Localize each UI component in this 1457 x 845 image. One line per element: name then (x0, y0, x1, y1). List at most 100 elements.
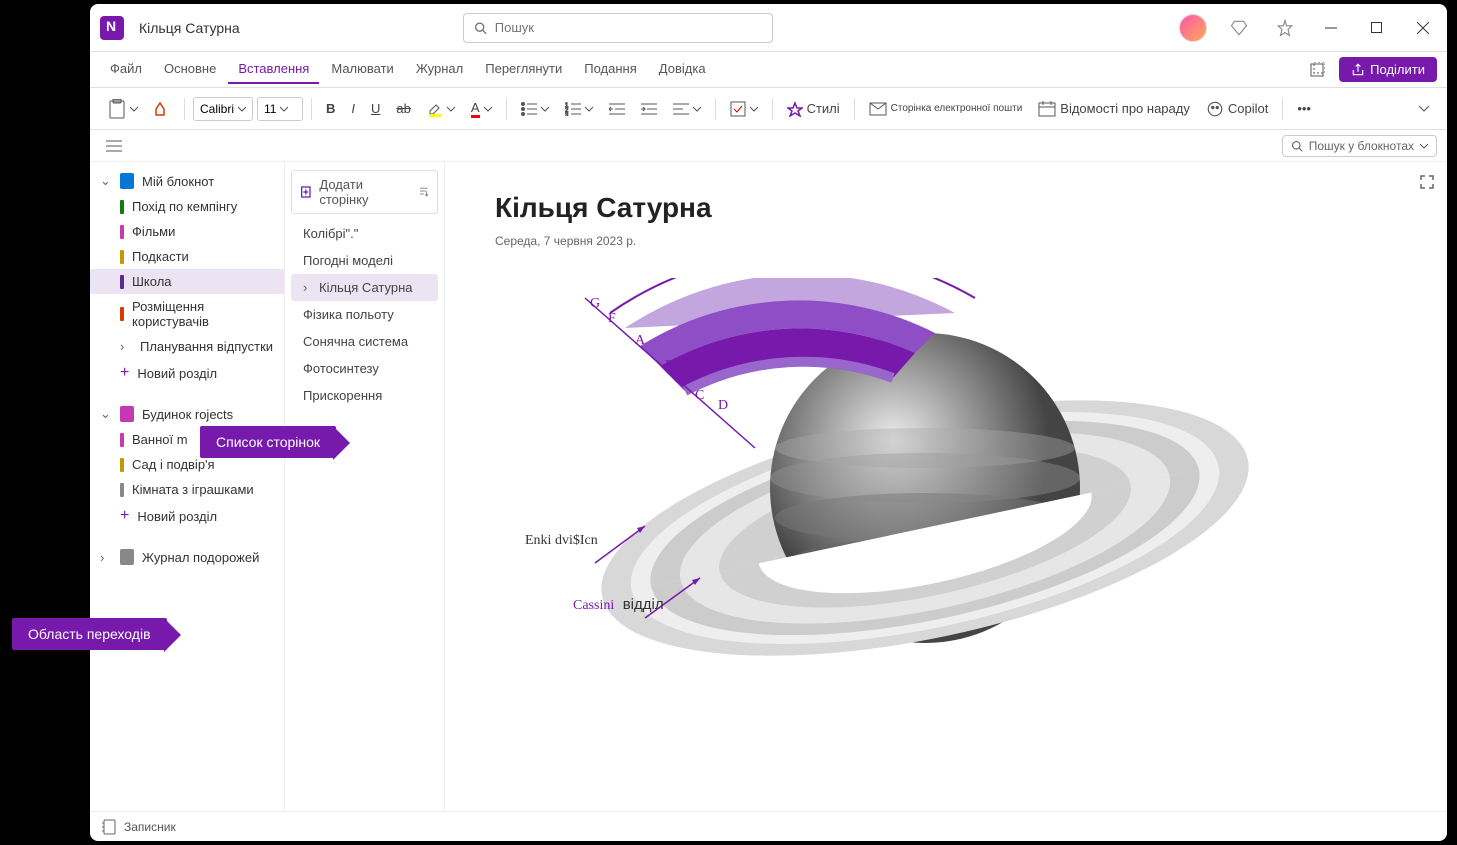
chevron-right-icon: › (100, 550, 112, 565)
add-section-button[interactable]: +Новий розділ (90, 502, 284, 530)
search-icon (474, 21, 487, 35)
window-title: Кільця Сатурна (139, 20, 240, 36)
font-family-select[interactable]: Calibri (193, 97, 253, 121)
section-group-item[interactable]: ›Планування відпустки (90, 334, 284, 359)
increase-indent-button[interactable] (635, 95, 663, 123)
annotation-enki: Enki dvi$Icn (525, 533, 598, 549)
toolbar: Calibri 11 B I U ab A 123 Стилі Сторінка… (90, 88, 1447, 130)
page-date: Середа, 7 червня 2023 р. (495, 234, 1397, 248)
styles-button[interactable]: Стилі (781, 95, 846, 123)
collapse-ribbon-button[interactable] (1413, 95, 1435, 123)
section-color-tab (120, 250, 124, 264)
maximize-button[interactable] (1363, 14, 1391, 42)
section-color-tab (120, 225, 124, 239)
coming-soon-icon[interactable] (1271, 14, 1299, 42)
close-button[interactable] (1409, 14, 1437, 42)
page-item[interactable]: Прискорення (291, 382, 438, 409)
section-color-tab (120, 307, 124, 321)
callout-nav-area: Область переходів (12, 618, 167, 650)
todo-tag-button[interactable] (724, 95, 764, 123)
italic-button[interactable]: I (345, 95, 361, 123)
user-avatar[interactable] (1179, 14, 1207, 42)
meeting-details-button[interactable]: Відомості про нараду (1032, 95, 1196, 123)
fullscreen-icon[interactable] (1419, 174, 1435, 195)
hamburger-menu-icon[interactable] (100, 132, 128, 160)
tab-view[interactable]: Подання (574, 55, 647, 84)
ring-label-g: G (590, 296, 600, 312)
page-item[interactable]: Фізика польоту (291, 301, 438, 328)
share-icon (1351, 63, 1365, 77)
tab-draw[interactable]: Малювати (321, 55, 403, 84)
highlight-button[interactable] (421, 95, 461, 123)
annotation-cassini-label: Cassini (573, 598, 614, 613)
numbered-list-button[interactable]: 123 (559, 95, 599, 123)
format-painter-button[interactable] (148, 95, 176, 123)
annotation-cassini-text: відділ (623, 596, 664, 613)
tab-review[interactable]: Переглянути (475, 55, 572, 84)
copilot-button[interactable]: Copilot (1200, 95, 1274, 123)
ring-label-f: F (608, 311, 616, 327)
search-icon (1291, 140, 1303, 152)
tab-help[interactable]: Довідка (649, 55, 716, 84)
section-color-tab (120, 458, 124, 472)
notebook-sidebar: ⌄ Мій блокнот Похід по кемпінгу Фільми П… (90, 162, 285, 811)
tab-file[interactable]: Файл (100, 55, 152, 84)
search-input[interactable] (495, 20, 762, 35)
premium-icon[interactable] (1225, 14, 1253, 42)
notebook-item[interactable]: ⌄ Будинок rojects (90, 401, 284, 427)
bullet-list-button[interactable] (515, 95, 555, 123)
notebook-item[interactable]: ⌄ Мій блокнот (90, 168, 284, 194)
font-color-button[interactable]: A (465, 95, 498, 123)
minimize-button[interactable] (1317, 14, 1345, 42)
bold-button[interactable]: B (320, 95, 341, 123)
footer-bar: Записник (90, 811, 1447, 841)
ring-label-d: D (718, 398, 728, 414)
underline-button[interactable]: U (365, 95, 386, 123)
font-size-select[interactable]: 11 (257, 97, 303, 121)
section-color-tab (120, 433, 124, 447)
chevron-down-icon: ⌄ (100, 173, 112, 189)
decrease-indent-button[interactable] (603, 95, 631, 123)
open-in-new-window-icon[interactable] (1303, 56, 1331, 84)
add-page-button[interactable]: Додати сторінку (291, 170, 438, 214)
section-item[interactable]: Подкасти (90, 244, 284, 269)
section-item[interactable]: Похід по кемпінгу (90, 194, 284, 219)
email-page-button[interactable]: Сторінка електронної пошти (863, 95, 1029, 123)
plus-icon: + (120, 507, 129, 525)
add-section-button[interactable]: +Новий розділ (90, 359, 284, 387)
tab-insert[interactable]: Вставлення (228, 55, 319, 84)
section-item[interactable]: Кімната з іграшками (90, 477, 284, 502)
section-color-tab (120, 483, 124, 497)
paste-button[interactable] (102, 95, 144, 123)
search-bar[interactable] (463, 13, 773, 43)
more-button[interactable]: ••• (1291, 95, 1317, 123)
notebook-item[interactable]: › Журнал подорожей (90, 544, 284, 570)
page-title[interactable]: Кільця Сатурна (495, 192, 1397, 224)
notebook-icon (120, 173, 134, 189)
onenote-app-icon (100, 16, 124, 40)
footer-label: Записник (124, 820, 176, 834)
section-item[interactable]: Фільми (90, 219, 284, 244)
align-button[interactable] (667, 95, 707, 123)
page-item[interactable]: Сонячна система (291, 328, 438, 355)
ring-label-b: B (665, 358, 674, 374)
share-button[interactable]: Поділити (1339, 57, 1437, 82)
notebook-search[interactable]: Пошук у блокнотах (1282, 135, 1437, 157)
page-item-selected[interactable]: ›Кільця Сатурна (291, 274, 438, 301)
tab-history[interactable]: Журнал (406, 55, 473, 84)
page-item[interactable]: Колібрі"." (291, 220, 438, 247)
sort-icon[interactable] (418, 186, 429, 198)
page-canvas[interactable]: Кільця Сатурна Середа, 7 червня 2023 р. (445, 162, 1447, 811)
title-bar: Кільця Сатурна (90, 4, 1447, 52)
ring-label-c: C (695, 388, 704, 404)
page-item[interactable]: Фотосинтезу (291, 355, 438, 382)
section-color-tab (120, 200, 124, 214)
page-item[interactable]: Погодні моделі (291, 247, 438, 274)
chevron-down-icon: ⌄ (100, 406, 112, 422)
strikethrough-button[interactable]: ab (390, 95, 416, 123)
section-item[interactable]: Розміщення користувачів (90, 294, 284, 334)
add-page-icon (300, 185, 313, 199)
saturn-illustration: G F A B C D Enki dvi$Icn Cassini відділ (495, 278, 1255, 758)
tab-home[interactable]: Основне (154, 55, 226, 84)
section-item-selected[interactable]: Школа (90, 269, 284, 294)
